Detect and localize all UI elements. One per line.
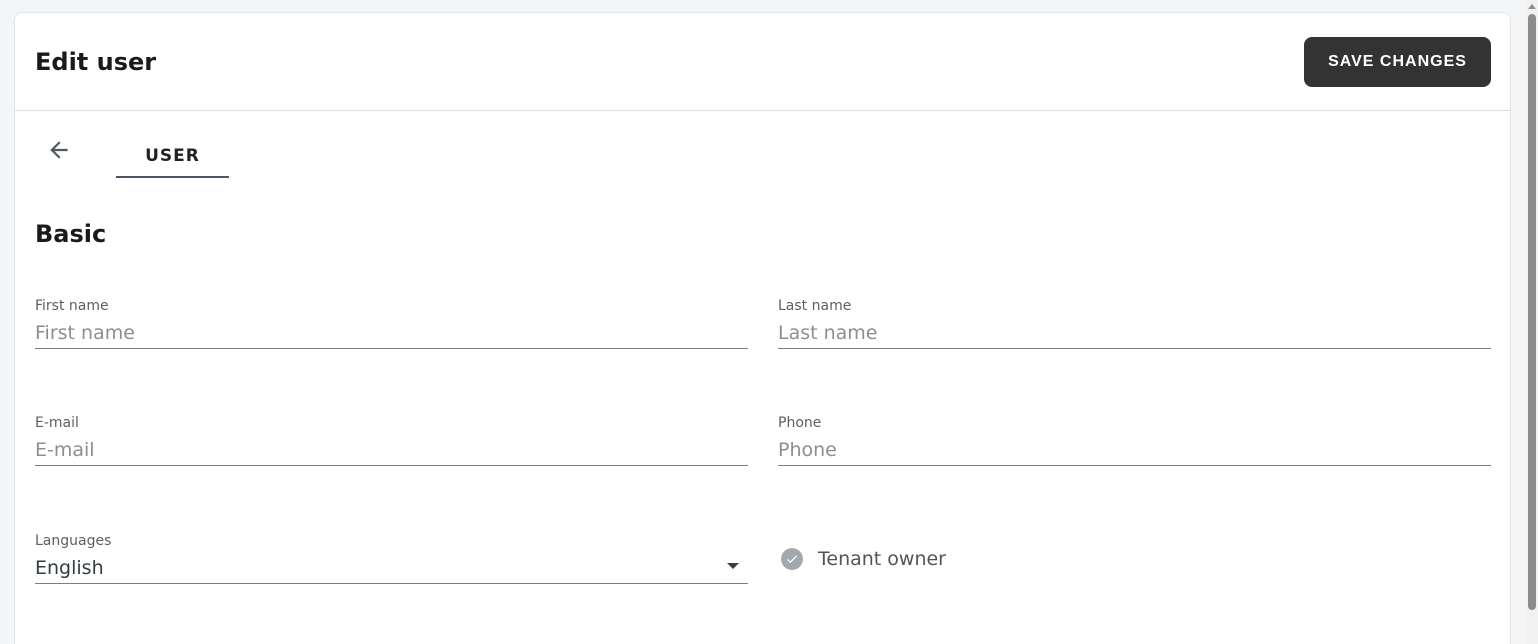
scroll-up-icon[interactable] bbox=[1528, 4, 1536, 9]
last-name-field: Last name bbox=[778, 298, 1491, 349]
edit-user-card: Edit user SAVE CHANGES USER Basic First … bbox=[14, 12, 1511, 644]
page: Edit user SAVE CHANGES USER Basic First … bbox=[0, 0, 1538, 644]
email-label: E-mail bbox=[35, 415, 79, 431]
arrow-left-icon bbox=[50, 141, 68, 159]
chevron-down-icon bbox=[727, 563, 739, 569]
phone-input[interactable] bbox=[778, 437, 1491, 463]
last-name-input[interactable] bbox=[778, 320, 1491, 346]
tab-user[interactable]: USER bbox=[116, 135, 229, 178]
email-input[interactable] bbox=[35, 437, 748, 463]
phone-label: Phone bbox=[778, 415, 822, 431]
vertical-scrollbar[interactable] bbox=[1526, 0, 1538, 644]
check-circle-icon bbox=[781, 548, 803, 570]
languages-label: Languages bbox=[35, 533, 112, 549]
languages-selected-value: English bbox=[35, 557, 104, 579]
email-field: E-mail bbox=[35, 415, 748, 466]
languages-select[interactable]: Languages English bbox=[35, 533, 748, 584]
section-title-basic: Basic bbox=[35, 220, 107, 248]
back-button[interactable] bbox=[46, 137, 72, 163]
page-title: Edit user bbox=[35, 48, 157, 76]
save-changes-button[interactable]: SAVE CHANGES bbox=[1304, 37, 1491, 87]
scrollbar-thumb[interactable] bbox=[1528, 14, 1536, 610]
tenant-owner-label: Tenant owner bbox=[818, 548, 946, 570]
phone-field: Phone bbox=[778, 415, 1491, 466]
last-name-label: Last name bbox=[778, 298, 852, 314]
first-name-input[interactable] bbox=[35, 320, 748, 346]
first-name-field: First name bbox=[35, 298, 748, 349]
first-name-label: First name bbox=[35, 298, 109, 314]
card-header: Edit user SAVE CHANGES bbox=[15, 13, 1510, 111]
tenant-owner-checkbox[interactable]: Tenant owner bbox=[781, 546, 946, 572]
